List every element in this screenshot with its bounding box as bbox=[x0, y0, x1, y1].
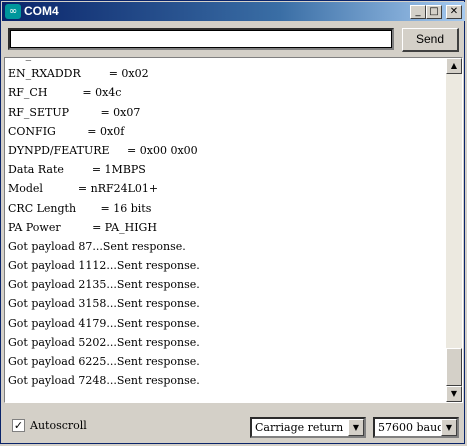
close-button[interactable]: ✕ bbox=[446, 5, 462, 19]
output-line: CONFIG = 0x0f bbox=[8, 124, 125, 138]
line-ending-value: Carriage return bbox=[255, 421, 344, 434]
output-line: Got payload 87...Sent response. bbox=[8, 239, 186, 253]
scroll-thumb[interactable] bbox=[446, 348, 462, 386]
window-title: COM4 bbox=[24, 4, 59, 18]
scroll-up-button[interactable]: ▲ bbox=[446, 58, 462, 74]
line-ending-select[interactable]: Carriage return ▼ bbox=[250, 417, 366, 438]
output-line: Got payload 2135...Sent response. bbox=[8, 278, 200, 292]
output-line: Got payload 5202...Sent response. bbox=[8, 335, 200, 349]
autoscroll-label: Autoscroll bbox=[30, 419, 87, 432]
output-line: Data Rate = 1MBPS bbox=[8, 163, 146, 177]
chevron-down-icon[interactable]: ▼ bbox=[441, 419, 457, 436]
serial-monitor-window: ∞ COM4 _ □ ✕ Send EN_AA = 0x3f EN_RXADDR … bbox=[0, 0, 465, 444]
output-line: Got payload 1112...Sent response. bbox=[8, 259, 200, 273]
send-button[interactable]: Send bbox=[402, 28, 459, 52]
output-line: Got payload 7248...Sent response. bbox=[8, 374, 200, 388]
output-line: EN_AA = 0x3f bbox=[8, 58, 446, 64]
output-line: Got payload 6225...Sent response. bbox=[8, 355, 200, 368]
scroll-down-button[interactable]: ▼ bbox=[446, 386, 462, 402]
maximize-button[interactable]: □ bbox=[426, 5, 442, 19]
title-bar[interactable]: ∞ COM4 _ □ ✕ bbox=[2, 2, 465, 21]
send-input[interactable] bbox=[8, 28, 394, 50]
chevron-down-icon[interactable]: ▼ bbox=[348, 419, 364, 436]
output-line: Got payload 4179...Sent response. bbox=[8, 316, 200, 330]
output-line: RF_CH = 0x4c bbox=[8, 86, 122, 100]
baud-rate-select[interactable]: 57600 baud ▼ bbox=[373, 417, 459, 438]
baud-rate-value: 57600 baud bbox=[378, 421, 445, 434]
output-line: RF_SETUP = 0x07 bbox=[8, 105, 141, 119]
output-line: Model = nRF24L01+ bbox=[8, 182, 159, 196]
status-bar: ✓ Autoscroll Carriage return ▼ 57600 bau… bbox=[1, 409, 466, 445]
output-line: Got payload 3158...Sent response. bbox=[8, 297, 200, 311]
vertical-scrollbar[interactable]: ▲ ▼ bbox=[446, 58, 462, 402]
minimize-button[interactable]: _ bbox=[410, 5, 426, 19]
serial-output-area[interactable]: EN_AA = 0x3f EN_RXADDR = 0x02 RF_CH = 0x4c… bbox=[4, 57, 463, 403]
output-line: PA Power = PA_HIGH bbox=[8, 220, 157, 234]
output-line: DYNPD/FEATURE = 0x00 0x00 bbox=[8, 143, 198, 157]
output-line: EN_RXADDR = 0x02 bbox=[8, 67, 149, 81]
serial-output-text: EN_AA = 0x3f EN_RXADDR = 0x02 RF_CH = 0x4c… bbox=[8, 58, 446, 390]
arduino-icon: ∞ bbox=[5, 4, 21, 19]
autoscroll-checkbox[interactable]: ✓ bbox=[12, 419, 25, 432]
output-line: CRC Length = 16 bits bbox=[8, 201, 152, 215]
